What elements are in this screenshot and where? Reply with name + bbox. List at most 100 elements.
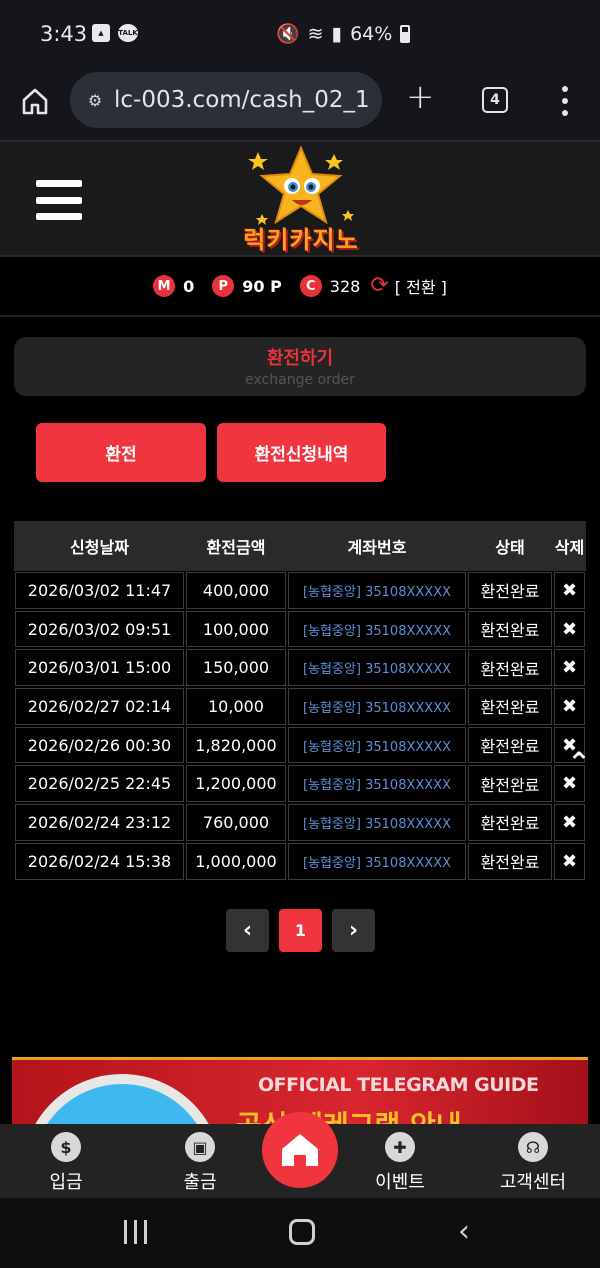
- page-number[interactable]: 1: [279, 909, 322, 952]
- nav-event-label: 이벤트: [375, 1172, 425, 1193]
- nav-event[interactable]: ✚ 이벤트: [350, 1132, 450, 1194]
- table-header: 신청날짜 환전금액 계좌번호 상태 삭제: [14, 521, 586, 571]
- cell-date: 2026/02/26 00:30: [15, 726, 184, 764]
- logo-text: 럭키카지노: [243, 226, 359, 254]
- points-bar: M 0 P 90 P C 328 ⟳ [ 전환 ]: [0, 266, 600, 306]
- cell-date: 2026/03/01 15:00: [15, 649, 184, 687]
- tab-switcher-button[interactable]: 4: [482, 87, 508, 113]
- site-header: 럭키카지노: [0, 140, 600, 257]
- delete-icon[interactable]: ✖: [554, 649, 585, 687]
- house-icon: [282, 1134, 318, 1166]
- status-right: 🔇 ≋ ▮ 64%: [276, 22, 411, 45]
- nav-support-label: 고객센터: [499, 1172, 567, 1193]
- money-value: 0: [183, 276, 195, 296]
- nav-withdraw-label: 출금: [183, 1172, 217, 1193]
- delete-icon[interactable]: ✖: [554, 842, 585, 880]
- cell-date: 2026/03/02 09:51: [15, 610, 184, 648]
- battery-icon: [400, 24, 411, 43]
- menu-icon[interactable]: [561, 86, 569, 116]
- header-delete: 삭제: [554, 538, 585, 557]
- delete-icon[interactable]: ✖: [554, 610, 585, 648]
- nav-deposit-label: 입금: [49, 1172, 83, 1193]
- nav-support[interactable]: ☊ 고객센터: [483, 1132, 583, 1194]
- cell-amount: 150,000: [186, 649, 286, 687]
- home-icon[interactable]: [20, 86, 50, 116]
- point-badge-icon: P: [212, 275, 235, 297]
- next-page-icon[interactable]: ›: [332, 909, 375, 952]
- cell-status: 환전완료: [468, 688, 552, 725]
- table-row: 2026/03/01 15:00 150,000 [농협중앙] 35108XXXXX…: [14, 648, 586, 687]
- cell-date: 2026/02/24 15:38: [15, 842, 184, 880]
- system-home-icon[interactable]: [289, 1219, 315, 1245]
- table-row: 2026/02/26 00:30 1,820,000 [농협중앙] 35108XXX…: [14, 726, 586, 765]
- cell-date: 2026/02/24 23:12: [15, 804, 184, 841]
- hamburger-menu-icon[interactable]: [36, 180, 82, 220]
- cell-account[interactable]: [농협중앙] 35108XXXXX: [288, 688, 466, 725]
- delete-icon[interactable]: ✖: [554, 804, 585, 841]
- cell-amount: 1,000,000: [186, 842, 286, 880]
- tab-exchange[interactable]: 환전: [36, 423, 206, 482]
- tab-exchange-history[interactable]: 환전신청내역: [217, 423, 386, 482]
- money-badge-icon: M: [153, 275, 176, 297]
- address-bar[interactable]: ⚙ lc-003.com/cash_02_1: [70, 72, 382, 128]
- cell-status: 환전완료: [468, 804, 552, 841]
- cell-account[interactable]: [농협중앙] 35108XXXXX: [288, 765, 466, 803]
- cell-status: 환전완료: [468, 842, 552, 880]
- new-tab-icon[interactable]: +: [406, 80, 435, 114]
- deposit-icon: $: [51, 1132, 81, 1162]
- cell-account[interactable]: [농협중앙] 35108XXXXX: [288, 842, 466, 880]
- withdraw-icon: ▣: [185, 1132, 215, 1162]
- mute-icon: 🔇: [276, 23, 300, 45]
- banner-title: OFFICIAL TELEGRAM GUIDE: [258, 1074, 539, 1096]
- cell-account[interactable]: [농협중앙] 35108XXXXX: [288, 726, 466, 764]
- signal-icon: ▮: [331, 22, 343, 45]
- refresh-icon[interactable]: ⟳: [370, 275, 388, 297]
- cell-amount: 1,820,000: [186, 726, 286, 764]
- coin-value: 328: [329, 276, 361, 296]
- nav-home-button[interactable]: [262, 1112, 338, 1188]
- cell-account[interactable]: [농협중앙] 35108XXXXX: [288, 649, 466, 687]
- nav-withdraw[interactable]: ▣ 출금: [150, 1132, 250, 1194]
- back-icon[interactable]: ‹: [458, 1214, 470, 1249]
- prev-page-icon[interactable]: ‹: [226, 909, 269, 952]
- divider: [0, 315, 600, 317]
- site-settings-icon[interactable]: ⚙: [84, 89, 106, 111]
- battery-percent: 64%: [350, 22, 393, 45]
- url-text[interactable]: lc-003.com/cash_02_1: [114, 87, 374, 113]
- cell-amount: 760,000: [186, 804, 286, 841]
- gallery-icon: ▲: [92, 24, 110, 42]
- table-row: 2026/02/27 02:14 10,000 [농협중앙] 35108XXXXX 환…: [14, 687, 586, 726]
- talk-icon: TALK: [118, 24, 138, 42]
- cell-status: 환전완료: [468, 610, 552, 648]
- nav-deposit[interactable]: $ 입금: [16, 1132, 116, 1194]
- convert-button[interactable]: [ 전환 ]: [395, 274, 447, 298]
- delete-icon[interactable]: ✖: [554, 688, 585, 725]
- header-account: 계좌번호: [347, 538, 407, 557]
- cell-amount: 400,000: [186, 572, 286, 609]
- cell-amount: 1,200,000: [186, 765, 286, 803]
- cell-amount: 10,000: [186, 688, 286, 725]
- scroll-top-icon[interactable]: ⌃: [564, 748, 594, 778]
- header-date: 신청날짜: [70, 538, 129, 557]
- coin-badge-icon: C: [299, 275, 322, 297]
- table-row: 2026/02/25 22:45 1,200,000 [농협중앙] 35108XXX…: [14, 764, 586, 803]
- table-row: 2026/03/02 11:47 400,000 [농협중앙] 35108XXXXX…: [14, 571, 586, 610]
- table-body: 2026/03/02 11:47 400,000 [농협중앙] 35108XXXXX…: [14, 571, 586, 881]
- status-time: 3:43: [40, 22, 88, 46]
- table-row: 2026/02/24 23:12 760,000 [농협중앙] 35108XXXXX…: [14, 803, 586, 842]
- delete-icon[interactable]: ✖: [554, 572, 585, 609]
- recents-icon[interactable]: [124, 1220, 147, 1244]
- pagination: ‹ 1 ›: [226, 909, 375, 952]
- cell-account[interactable]: [농협중앙] 35108XXXXX: [288, 610, 466, 648]
- site-logo[interactable]: 럭키카지노: [222, 144, 380, 256]
- browser-toolbar: ⚙ lc-003.com/cash_02_1 + 4: [0, 70, 600, 140]
- page-title: 환전하기: [266, 348, 334, 369]
- cell-account[interactable]: [농협중앙] 35108XXXXX: [288, 572, 466, 609]
- cell-account[interactable]: [농협중앙] 35108XXXXX: [288, 804, 466, 841]
- gift-icon: ✚: [385, 1132, 415, 1162]
- exchange-history-table: 신청날짜 환전금액 계좌번호 상태 삭제 2026/03/02 11:47 400…: [14, 521, 586, 881]
- cell-date: 2026/02/25 22:45: [15, 765, 184, 803]
- page-title-box: 환전하기 exchange order: [14, 337, 586, 396]
- status-bar: 3:43 ▲ TALK 🔇 ≋ ▮ 64%: [0, 0, 600, 70]
- header-amount: 환전금액: [206, 538, 266, 557]
